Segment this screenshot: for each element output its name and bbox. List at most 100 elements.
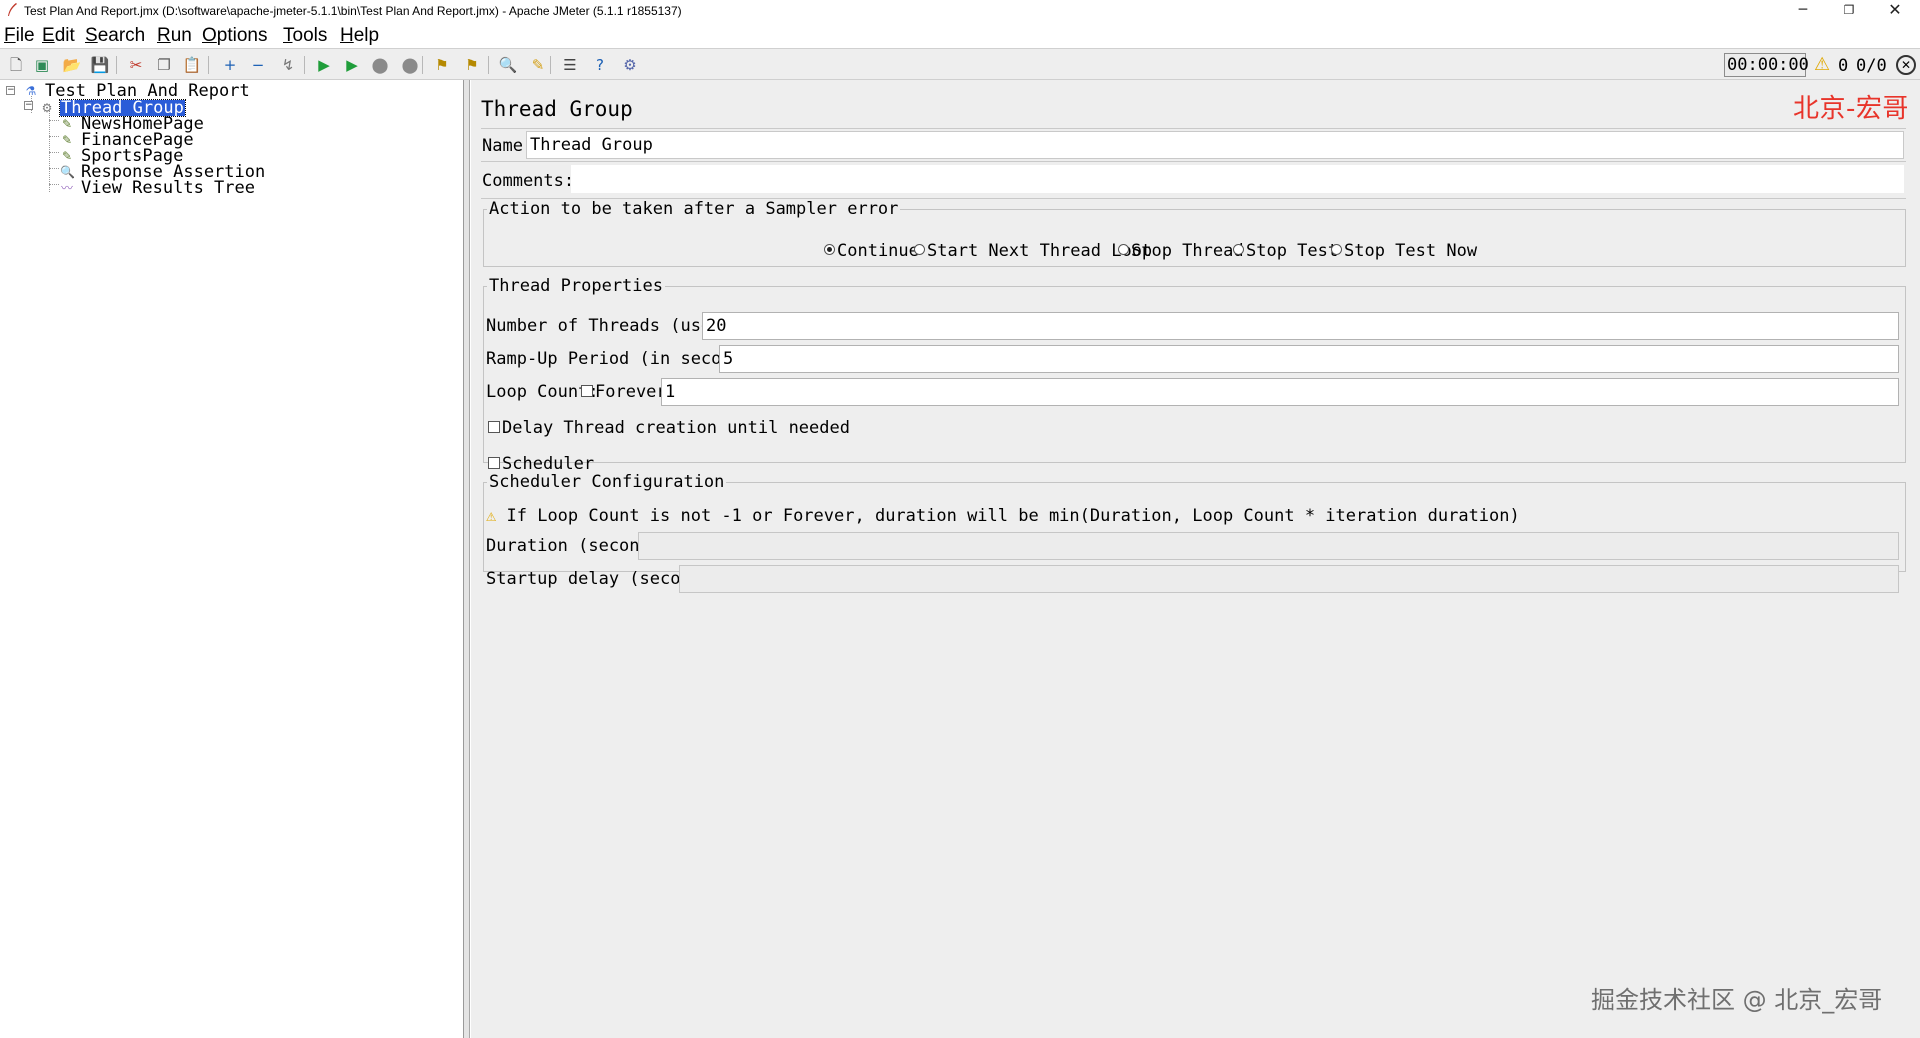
close-button[interactable]: ✕ xyxy=(1872,0,1918,22)
start-icon[interactable]: ▶ xyxy=(314,55,334,75)
startup-delay-input[interactable] xyxy=(679,565,1899,593)
toolbar: 🗋 ▣ 📂 💾 ✂ ❐ 📋 + − ↯ ▶ ▶ ⬤ ⬤ ⚑ ⚑ 🔍 ✎ ☰? ⚙ 00:00:00 ⚠ 0 0/0 ✕ xyxy=(0,48,1920,80)
menu-tools[interactable]: Tools xyxy=(283,25,327,47)
radio-continue[interactable]: Continue xyxy=(824,241,919,261)
comments-field[interactable] xyxy=(571,165,1904,193)
forever-checkbox[interactable]: Forever xyxy=(581,382,667,402)
site-watermark: 掘金技术社区 @ 北京_宏哥 xyxy=(1591,986,1883,1014)
active-threads-count: 0/0 xyxy=(1856,56,1887,76)
http-sampler-icon: ✎ xyxy=(61,117,73,131)
stop-icon[interactable]: ⬤ xyxy=(370,55,390,75)
function-helper-icon[interactable]: ☰ xyxy=(560,55,580,75)
radio-stop-test-now-indicator[interactable] xyxy=(1331,244,1342,255)
menu-search[interactable]: Search xyxy=(85,25,145,47)
error-count: 0 xyxy=(1838,56,1849,76)
radio-continue-indicator[interactable] xyxy=(824,244,835,255)
remote-icon[interactable]: ⚙ xyxy=(620,55,640,75)
scheduler-checkbox-box[interactable] xyxy=(488,457,500,469)
toggle-icon[interactable]: ↯ xyxy=(278,55,298,75)
tree-node-label: Test Plan And Report xyxy=(45,81,250,101)
reset-search-icon[interactable]: ✎ xyxy=(528,55,548,75)
menu-bar: File Edit Search Run Options Tools Help xyxy=(0,22,1920,48)
restore-button[interactable]: ❐ xyxy=(1826,0,1872,22)
expand-icon[interactable]: + xyxy=(220,55,240,75)
run-status-icon: ✕ xyxy=(1896,55,1916,75)
warning-icon[interactable]: ⚠ xyxy=(1814,55,1830,75)
copy-icon[interactable]: ❐ xyxy=(154,55,174,75)
comments-row: Comments: xyxy=(481,162,1906,199)
start-no-pauses-icon[interactable]: ▶ xyxy=(342,55,362,75)
comments-label: Comments: xyxy=(482,171,575,191)
menu-help[interactable]: Help xyxy=(340,25,379,47)
menu-options[interactable]: Options xyxy=(202,25,267,47)
thread-properties-group: Thread Properties Number of Threads (use… xyxy=(483,276,1906,474)
delay-thread-creation-checkbox[interactable]: Delay Thread creation until needed xyxy=(488,418,850,438)
menu-edit[interactable]: Edit xyxy=(42,25,75,47)
radio-start-next-thread-loop[interactable]: Start Next Thread Loop xyxy=(914,241,1152,261)
clear-icon[interactable]: ⚑ xyxy=(432,55,452,75)
radio-stop-test-now[interactable]: Stop Test Now xyxy=(1331,241,1477,261)
thread-properties-legend: Thread Properties xyxy=(489,276,663,296)
scheduler-warning: ⚠ If Loop Count is not -1 or Forever, du… xyxy=(486,506,1520,526)
shutdown-icon[interactable]: ⬤ xyxy=(400,55,420,75)
toolbar-separator xyxy=(208,56,209,74)
radio-start-next-indicator[interactable] xyxy=(914,244,925,255)
forever-checkbox-box[interactable] xyxy=(581,385,593,397)
elapsed-time: 00:00:00 xyxy=(1724,53,1809,77)
scheduler-configuration-legend: Scheduler Configuration xyxy=(489,472,725,492)
test-plan-icon: ⚗ xyxy=(25,84,37,98)
name-field[interactable]: Thread Group xyxy=(526,131,1904,159)
window-title: Test Plan And Report.jmx (D:\software\ap… xyxy=(24,4,682,18)
sampler-error-legend: Action to be taken after a Sampler error xyxy=(489,199,899,219)
paste-icon[interactable]: 📋 xyxy=(182,55,202,75)
tree-node-test-plan-and-report[interactable]: Test Plan And Report xyxy=(44,81,251,101)
tree-node-view-results-tree[interactable]: View Results Tree xyxy=(80,178,256,198)
help-icon[interactable]: ? xyxy=(590,55,610,75)
name-row: Name: Thread Group xyxy=(481,128,1906,162)
toolbar-separator xyxy=(422,56,423,74)
save-icon[interactable]: 💾 xyxy=(90,55,110,75)
toolbar-separator xyxy=(550,56,551,74)
toolbar-separator xyxy=(488,56,489,74)
collapse-icon[interactable]: − xyxy=(248,55,268,75)
menu-file[interactable]: File xyxy=(4,25,35,47)
tree-node-label: View Results Tree xyxy=(81,178,255,198)
open-icon[interactable]: 📂 xyxy=(62,55,82,75)
cut-icon[interactable]: ✂ xyxy=(126,55,146,75)
panel-title: Thread Group xyxy=(481,97,633,121)
threads-input[interactable]: 20 xyxy=(702,312,1899,340)
tree-collapse-toggle-test-plan[interactable]: − xyxy=(6,86,15,95)
loop-count-input[interactable]: 1 xyxy=(661,378,1899,406)
duration-input[interactable] xyxy=(638,532,1899,560)
jmeter-feather-icon xyxy=(8,3,17,16)
split-pane-divider[interactable] xyxy=(464,80,470,1038)
rampup-input[interactable]: 5 xyxy=(719,345,1899,373)
tree-collapse-toggle-thread-group[interactable]: − xyxy=(24,101,33,110)
assertion-icon: 🔍 xyxy=(60,165,75,179)
toolbar-separator xyxy=(304,56,305,74)
new-icon[interactable]: 🗋 xyxy=(6,55,26,75)
window-title-bar: Test Plan And Report.jmx (D:\software\ap… xyxy=(0,0,1920,22)
radio-stop-test-indicator[interactable] xyxy=(1233,244,1244,255)
clear-all-icon[interactable]: ⚑ xyxy=(462,55,482,75)
minimize-button[interactable]: ─ xyxy=(1780,0,1826,22)
http-sampler-icon: ✎ xyxy=(61,133,73,147)
warning-triangle-icon: ⚠ xyxy=(486,506,497,526)
search-icon[interactable]: 🔍 xyxy=(498,55,518,75)
templates-icon[interactable]: ▣ xyxy=(32,55,52,75)
scheduler-configuration-group: Scheduler Configuration ⚠ If Loop Count … xyxy=(483,472,1906,593)
listener-icon: 〰 xyxy=(60,181,73,195)
radio-stop-test[interactable]: Stop Test xyxy=(1233,241,1338,261)
sampler-error-group: Action to be taken after a Sampler error… xyxy=(483,199,1906,267)
toolbar-separator xyxy=(116,56,117,74)
menu-run[interactable]: Run xyxy=(157,25,192,47)
delay-thread-checkbox-box[interactable] xyxy=(488,421,500,433)
radio-stop-thread-indicator[interactable] xyxy=(1118,244,1129,255)
radio-stop-thread[interactable]: Stop Thread xyxy=(1118,241,1244,261)
scheduler-checkbox[interactable]: Scheduler xyxy=(488,454,594,474)
thread-group-editor: Thread Group 北京-宏哥 Name: Thread Group Co… xyxy=(471,80,1920,1038)
author-watermark: 北京-宏哥 xyxy=(1793,94,1909,124)
test-plan-tree: − − ⚗ Test Plan And Report ⚙ Thread Group ✎ N… xyxy=(0,80,464,1038)
thread-group-icon: ⚙ xyxy=(41,101,53,115)
http-sampler-icon: ✎ xyxy=(61,149,73,163)
